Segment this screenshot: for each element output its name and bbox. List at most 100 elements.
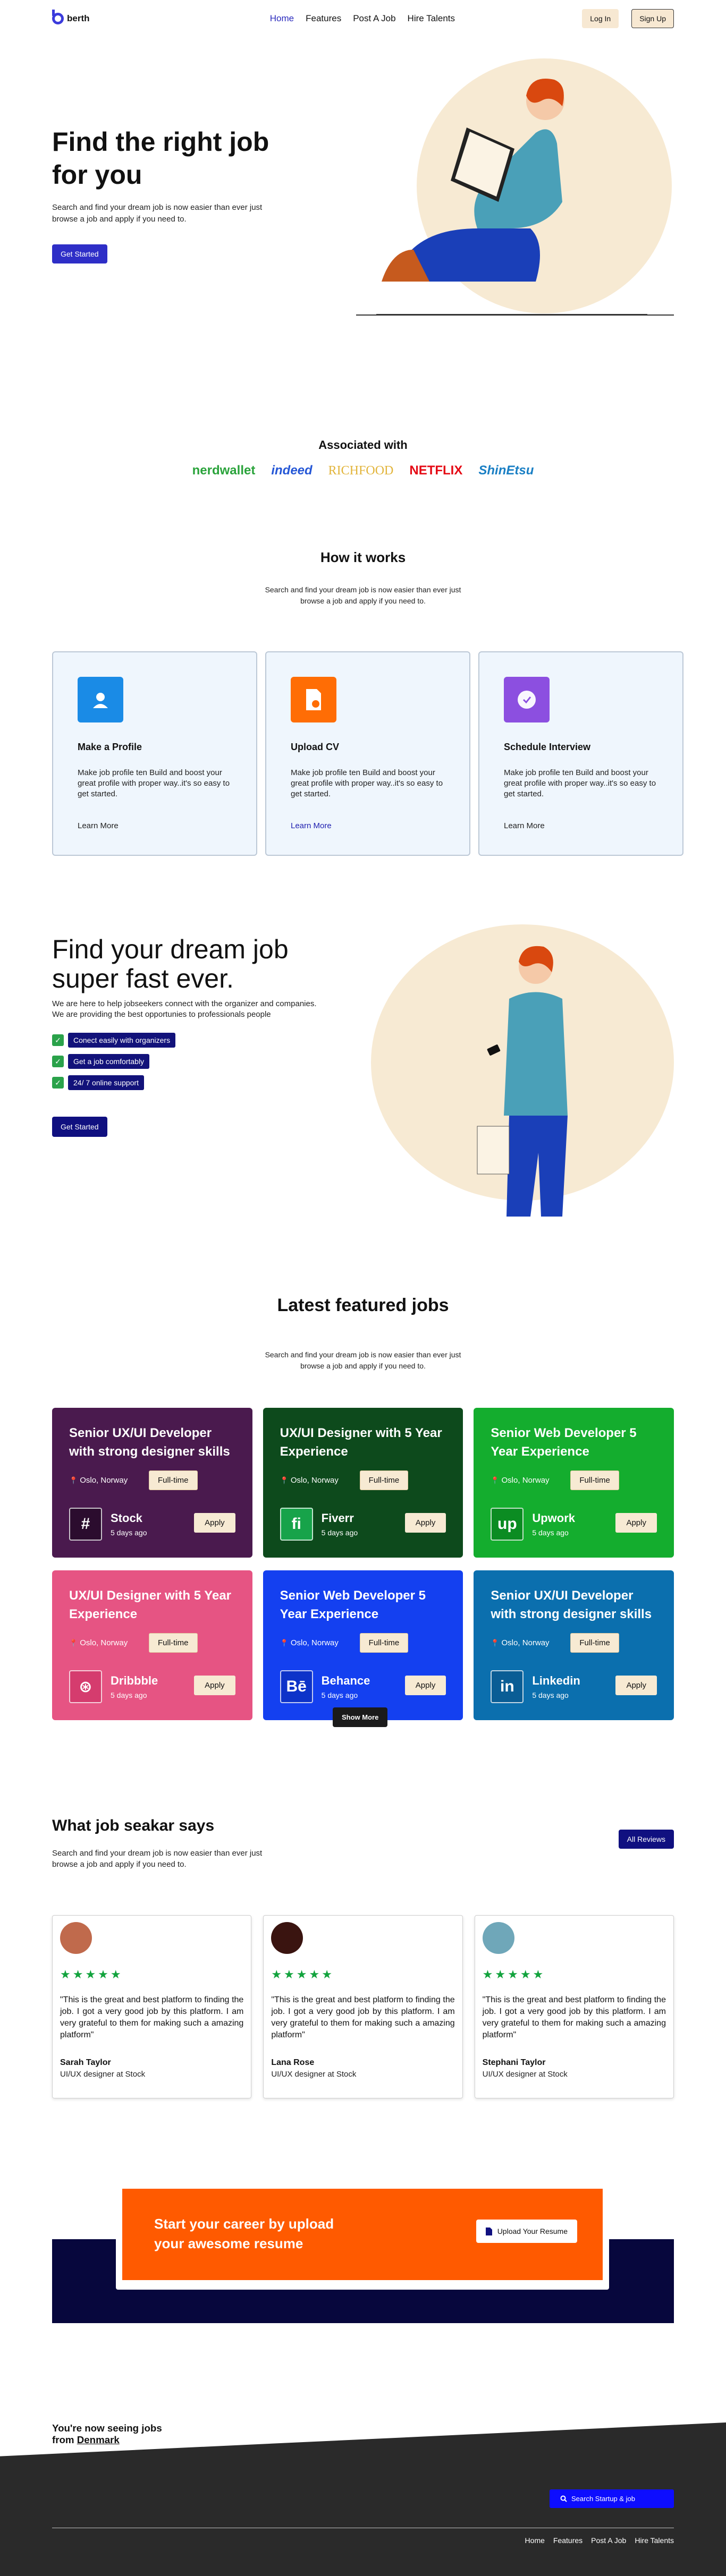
- dream-get-started-button[interactable]: Get Started: [52, 1117, 107, 1137]
- job-type-badge: Full-time: [570, 1633, 619, 1653]
- footer-heading-prefix: from: [52, 2434, 77, 2445]
- review-card: ★★★★★ "This is the great and best platfo…: [52, 1915, 252, 2098]
- berth-logo-icon: [52, 10, 64, 24]
- check-icon: ✓: [52, 1056, 64, 1067]
- country-link[interactable]: Denmark: [77, 2434, 120, 2445]
- job-location: 📍 Oslo, Norway: [69, 1476, 143, 1485]
- apply-button[interactable]: Apply: [194, 1676, 235, 1695]
- company-info: up Upwork 5 days ago: [491, 1508, 575, 1541]
- user-icon: [78, 677, 123, 722]
- cta-title: Start your career by upload your awesome…: [154, 2216, 334, 2251]
- job-type-badge: Full-time: [570, 1470, 619, 1490]
- how-card-upload: Upload CV Make job profile ten Build and…: [265, 651, 470, 856]
- footer-home-link[interactable]: Home: [525, 2536, 545, 2545]
- apply-button[interactable]: Apply: [404, 1513, 446, 1533]
- jobs-text-span: Search and find your dream job is now ea…: [265, 1350, 461, 1370]
- job-meta: 📍 Oslo, Norway Full-time: [69, 1470, 198, 1490]
- checklist-item: ✓ 24/ 7 online support: [52, 1075, 175, 1090]
- main-menu: Home Features Post A Job Hire Talents: [270, 13, 455, 24]
- all-reviews-button[interactable]: All Reviews: [618, 1830, 674, 1849]
- learn-more-link[interactable]: Learn More: [504, 821, 545, 830]
- posted-ago: 5 days ago: [532, 1691, 569, 1699]
- apply-button[interactable]: Apply: [615, 1513, 657, 1533]
- brand-logo[interactable]: berth: [52, 10, 90, 24]
- how-title: How it works: [320, 549, 406, 565]
- job-type-badge: Full-time: [149, 1633, 198, 1653]
- checklist-label: Get a job comfortably: [68, 1054, 150, 1069]
- featured-jobs-section: Latest featured jobs Search and find you…: [52, 1286, 674, 1817]
- nav-hire-talents[interactable]: Hire Talents: [408, 13, 455, 24]
- company-info: # Stock 5 days ago: [69, 1508, 147, 1541]
- how-text-span: Search and find your dream job is now ea…: [265, 585, 461, 605]
- company-logo-icon: Bē: [280, 1670, 313, 1703]
- brand-name: berth: [67, 13, 90, 23]
- location-pin-icon: 📍: [69, 1638, 78, 1647]
- hero-illustration: [376, 79, 647, 315]
- feature-checklist: ✓ Conect easily with organizers ✓ Get a jo…: [52, 1033, 176, 1090]
- reviewer-name: Sarah Taylor: [60, 2058, 111, 2067]
- footer-heading: You're now seeing jobs from Denmark: [52, 2422, 674, 2446]
- login-button[interactable]: Log In: [582, 9, 619, 28]
- hero-get-started-button[interactable]: Get Started: [52, 244, 107, 263]
- hero-ground-line: [356, 314, 674, 316]
- job-card[interactable]: Senior Web Developer 5 Year Experience 📍…: [263, 1570, 463, 1720]
- search-startup-button[interactable]: Search Startup & job: [550, 2489, 674, 2508]
- checklist-item: ✓ Get a job comfortably: [52, 1054, 175, 1069]
- show-more-button[interactable]: Show More: [333, 1707, 388, 1727]
- footer-nav: Home Features Post A Job Hire Talents: [525, 2536, 674, 2545]
- avatar: [271, 1922, 303, 1954]
- job-meta: 📍 Oslo, Norway Full-time: [491, 1633, 619, 1653]
- signup-button[interactable]: Sign Up: [631, 9, 674, 28]
- job-title: Senior Web Developer 5 Year Experience: [491, 1426, 637, 1459]
- nav-home[interactable]: Home: [270, 13, 294, 24]
- job-meta: 📍 Oslo, Norway Full-time: [280, 1633, 409, 1653]
- job-card[interactable]: Senior UX/UI Developer with strong desig…: [52, 1408, 252, 1558]
- upload-resume-button[interactable]: Upload Your Resume: [476, 2220, 577, 2243]
- how-cards: Make a Profile Make job profile ten Buil…: [52, 651, 683, 856]
- company-logo-icon: #: [69, 1508, 102, 1541]
- how-card-text: Make job profile ten Build and boost you…: [78, 768, 230, 798]
- job-type-badge: Full-time: [359, 1633, 409, 1653]
- job-location-text: Oslo, Norway: [80, 1638, 128, 1647]
- job-location: 📍 Oslo, Norway: [491, 1476, 565, 1485]
- apply-button[interactable]: Apply: [404, 1676, 446, 1695]
- footer-post-job-link[interactable]: Post A Job: [591, 2536, 626, 2545]
- page: berth Home Features Post A Job Hire Tale…: [52, 0, 683, 2422]
- reviewer-role: UI/UX designer at Stock: [60, 2070, 146, 2079]
- company-name: Linkedin: [532, 1674, 580, 1687]
- netflix-logo: NETFLIX: [409, 463, 463, 478]
- job-meta: 📍 Oslo, Norway Full-time: [491, 1470, 619, 1490]
- avatar: [60, 1922, 92, 1954]
- learn-more-link[interactable]: Learn More: [291, 821, 332, 830]
- learn-more-link[interactable]: Learn More: [78, 821, 119, 830]
- company-info: Bē Behance 5 days ago: [280, 1670, 370, 1703]
- footer-hire-talents-link[interactable]: Hire Talents: [635, 2536, 674, 2545]
- richfood-logo: RICHFOOD: [328, 463, 394, 478]
- job-location: 📍 Oslo, Norway: [69, 1638, 143, 1647]
- check-icon: ✓: [52, 1077, 64, 1089]
- job-title: UX/UI Designer with 5 Year Experience: [280, 1426, 442, 1459]
- cta-box: Start your career by upload your awesome…: [122, 2189, 603, 2280]
- job-type-badge: Full-time: [359, 1470, 409, 1490]
- company-name: Behance: [321, 1674, 370, 1687]
- job-card[interactable]: Senior Web Developer 5 Year Experience 📍…: [474, 1408, 674, 1558]
- job-card[interactable]: Senior UX/UI Developer with strong desig…: [474, 1570, 674, 1720]
- job-location: 📍 Oslo, Norway: [280, 1476, 354, 1485]
- nav-post-job[interactable]: Post A Job: [353, 13, 395, 24]
- apply-button[interactable]: Apply: [194, 1513, 235, 1533]
- nav-features[interactable]: Features: [306, 13, 341, 24]
- checklist-item: ✓ Conect easily with organizers: [52, 1033, 176, 1048]
- dream-text: We are here to help jobseekers connect w…: [52, 999, 317, 1019]
- review-cards: ★★★★★ "This is the great and best platfo…: [52, 1915, 674, 2098]
- review-quote: "This is the great and best platform to …: [60, 1995, 244, 2039]
- testimonials-section: What job seakar says Search and find you…: [52, 1817, 674, 2125]
- company-logo-icon: up: [491, 1508, 524, 1541]
- company-name: Fiverr: [321, 1511, 354, 1525]
- footer-features-link[interactable]: Features: [553, 2536, 583, 2545]
- job-card[interactable]: UX/UI Designer with 5 Year Experience 📍 O…: [263, 1408, 463, 1558]
- top-nav: berth Home Features Post A Job Hire Tale…: [52, 0, 674, 37]
- review-quote: "This is the great and best platform to …: [482, 1995, 666, 2039]
- location-pin-icon: 📍: [69, 1476, 78, 1484]
- apply-button[interactable]: Apply: [615, 1676, 657, 1695]
- job-card[interactable]: UX/UI Designer with 5 Year Experience 📍 O…: [52, 1570, 252, 1720]
